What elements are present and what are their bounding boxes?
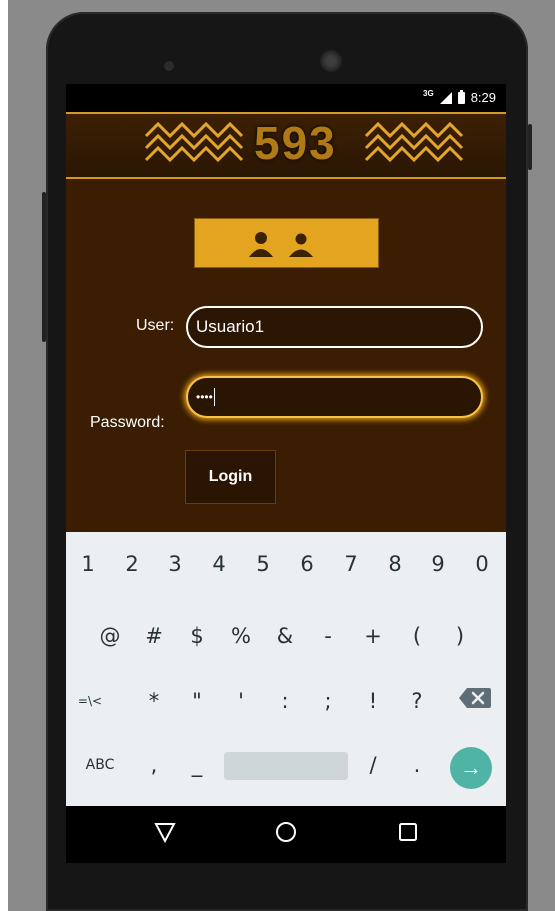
keyboard-row-numbers: 1 2 3 4 5 6 7 8 9 0	[66, 544, 506, 604]
device-screen: 3G 8:29 593 User: Usuario1 Password: •••…	[66, 84, 506, 863]
navigation-bar	[66, 806, 506, 863]
key-7[interactable]: 7	[331, 544, 371, 584]
enter-key[interactable]: →	[450, 747, 492, 789]
key-percent[interactable]: %	[221, 616, 261, 656]
users-icon	[249, 232, 313, 257]
keyboard-row-more-symbols: =\< * " ' : ; ! ?	[66, 681, 506, 741]
key-abc[interactable]: ABC	[80, 745, 120, 785]
app-banner: 593	[66, 112, 506, 179]
enter-arrow-icon: →	[460, 755, 482, 780]
key-2[interactable]: 2	[112, 544, 152, 584]
key-ampersand[interactable]: &	[265, 616, 305, 656]
login-button[interactable]: Login	[185, 450, 276, 504]
recents-nav-icon[interactable]	[396, 820, 420, 844]
key-9[interactable]: 9	[418, 544, 458, 584]
key-more-symbols[interactable]: =\<	[70, 681, 110, 721]
signal-icon	[439, 91, 452, 104]
key-at[interactable]: @	[90, 616, 130, 656]
key-close-paren[interactable]: )	[440, 616, 480, 656]
key-dollar[interactable]: $	[177, 616, 217, 656]
key-plus[interactable]: +	[353, 616, 393, 656]
key-single-quote[interactable]: '	[221, 681, 261, 721]
key-hash[interactable]: #	[134, 616, 174, 656]
earpiece-speaker	[320, 50, 342, 72]
user-input-value: Usuario1	[196, 317, 265, 336]
key-question[interactable]: ?	[397, 681, 437, 721]
key-period[interactable]: .	[397, 745, 437, 785]
keyboard-row-symbols: @ # $ % & - + ( )	[66, 616, 506, 676]
key-comma[interactable]: ,	[134, 745, 174, 785]
status-time: 8:29	[470, 90, 496, 105]
key-underscore[interactable]: _	[177, 745, 217, 785]
battery-icon	[457, 89, 465, 104]
key-1[interactable]: 1	[68, 544, 108, 584]
key-slash[interactable]: /	[353, 745, 393, 785]
users-button[interactable]	[194, 218, 379, 268]
key-0[interactable]: 0	[462, 544, 502, 584]
user-input[interactable]: Usuario1	[186, 306, 483, 348]
status-bar: 3G 8:29	[66, 84, 506, 112]
key-minus[interactable]: -	[308, 616, 348, 656]
soft-keyboard: 1 2 3 4 5 6 7 8 9 0 @ # $ % & - + ( ) =\…	[66, 532, 506, 806]
home-nav-icon[interactable]	[274, 820, 298, 844]
back-nav-icon[interactable]	[153, 820, 177, 844]
power-button	[528, 124, 532, 170]
network-type: 3G	[423, 89, 434, 98]
key-exclamation[interactable]: !	[353, 681, 393, 721]
key-3[interactable]: 3	[155, 544, 195, 584]
backspace-icon[interactable]	[458, 686, 492, 710]
space-key[interactable]	[224, 752, 348, 780]
text-caret	[213, 388, 216, 406]
key-8[interactable]: 8	[375, 544, 415, 584]
key-colon[interactable]: :	[265, 681, 305, 721]
password-input[interactable]: ••••	[186, 376, 483, 418]
key-double-quote[interactable]: "	[177, 681, 217, 721]
user-label: User:	[136, 317, 175, 334]
key-semicolon[interactable]: ;	[308, 681, 348, 721]
key-5[interactable]: 5	[243, 544, 283, 584]
front-camera	[164, 61, 174, 71]
volume-button	[42, 192, 46, 342]
key-6[interactable]: 6	[287, 544, 327, 584]
password-input-value: ••••	[196, 390, 213, 404]
banner-logo-text: 593	[254, 117, 337, 169]
login-screen: 593 User: Usuario1 Password: •••• Login	[66, 112, 506, 532]
key-asterisk[interactable]: *	[134, 681, 174, 721]
key-open-paren[interactable]: (	[397, 616, 437, 656]
password-label: Password:	[90, 414, 165, 431]
key-4[interactable]: 4	[199, 544, 239, 584]
